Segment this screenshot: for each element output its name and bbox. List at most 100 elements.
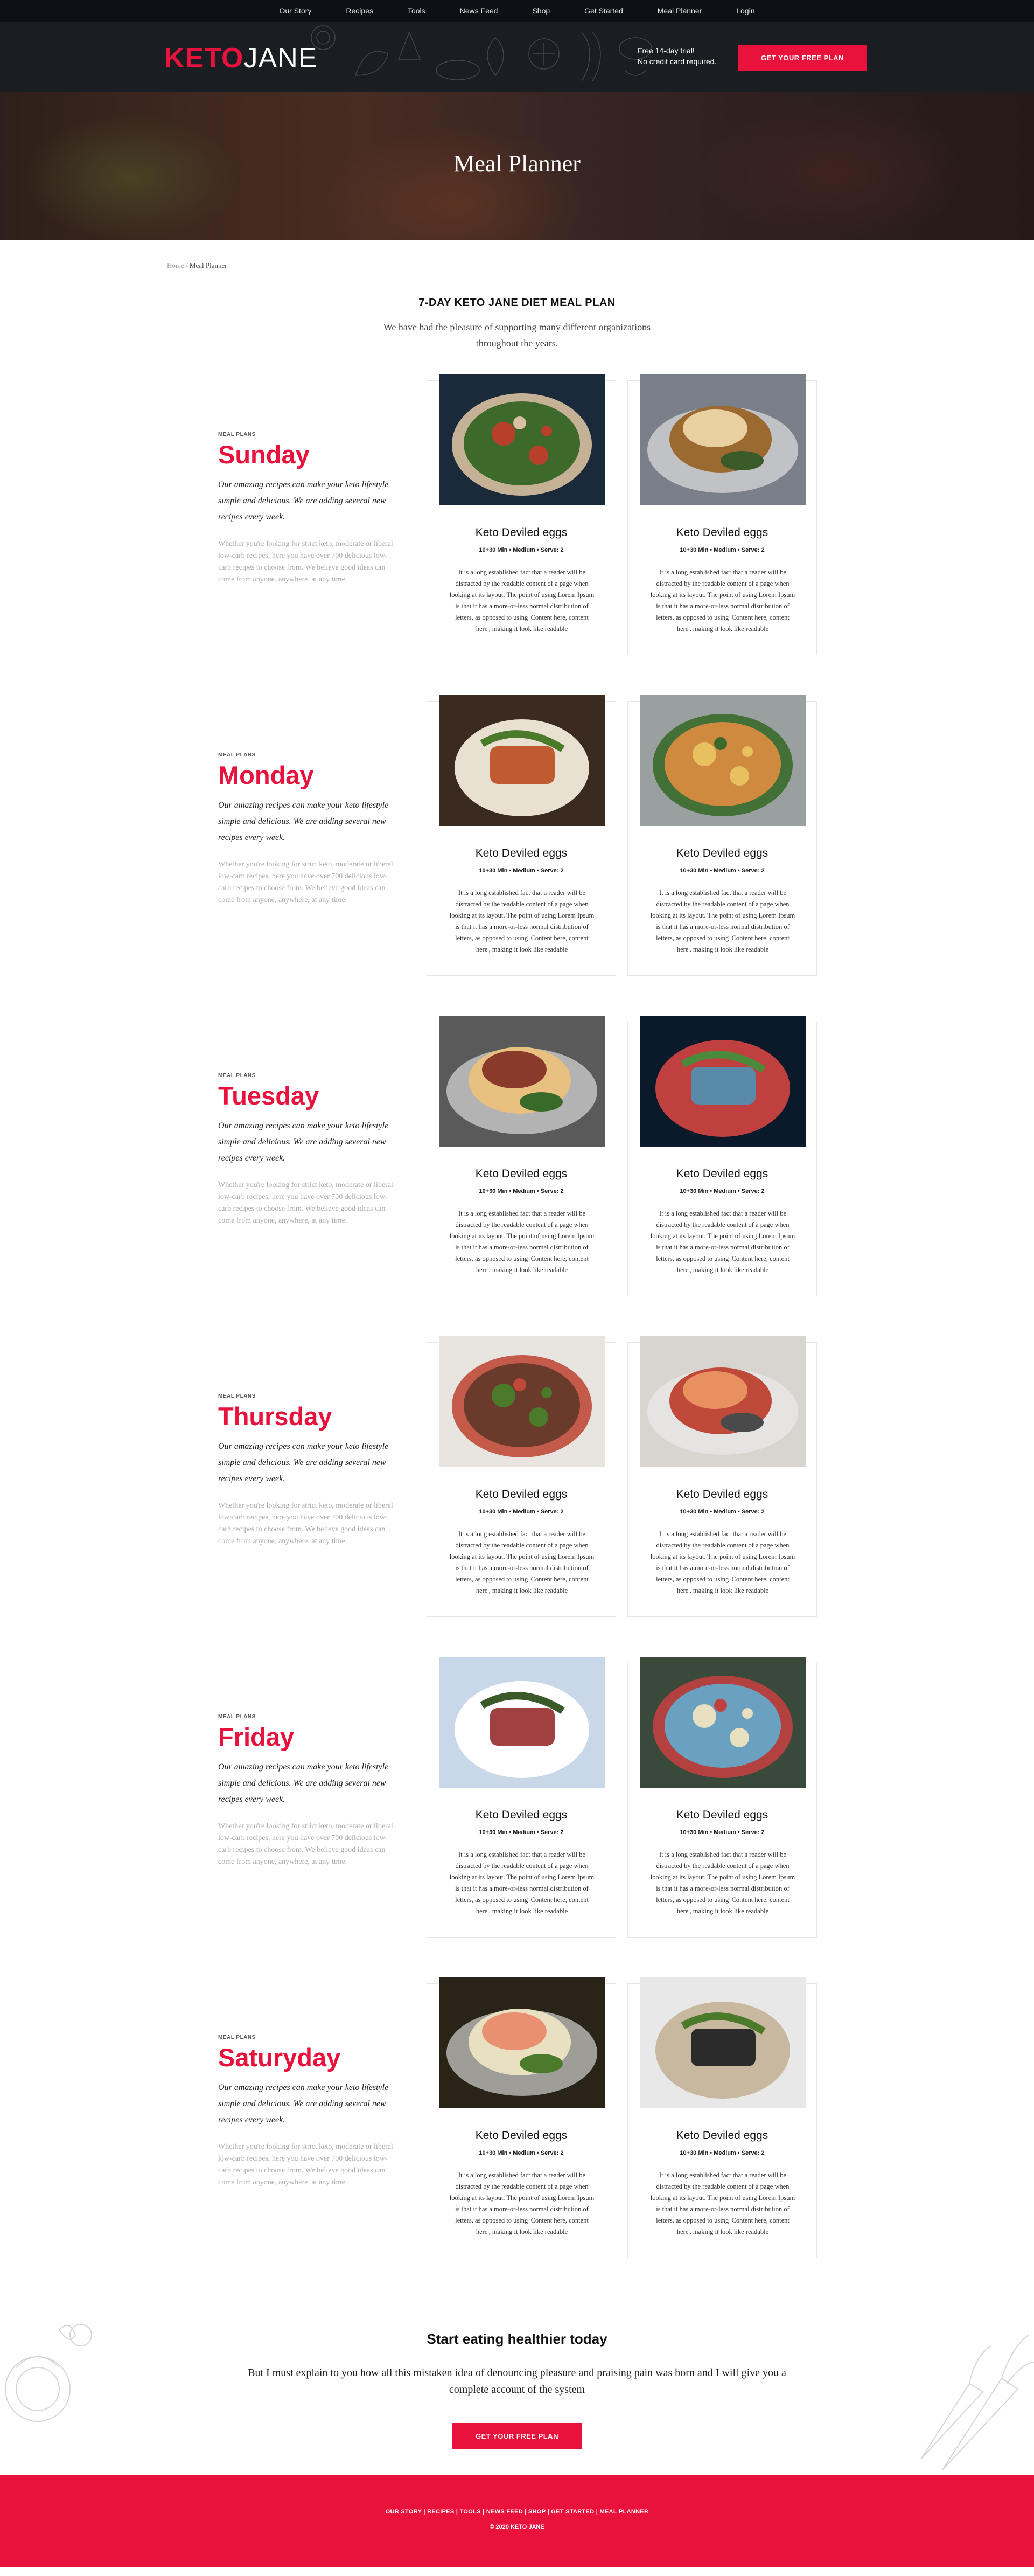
day-section: MEAL PLANS Thursday Our amazing recipes …: [0, 1336, 1034, 1656]
recipe-description: It is a long established fact that a rea…: [650, 1851, 795, 1915]
day-lead: Our amazing recipes can make your keto l…: [218, 2083, 389, 2124]
day-name: Tuesday: [218, 1081, 319, 1110]
recipe-title[interactable]: Keto Deviled eggs: [427, 2129, 616, 2142]
recipe-card[interactable]: Keto Deviled eggs 10+30 Min • Medium • S…: [427, 1657, 616, 1938]
day-description: Whether you're looking for strict keto, …: [218, 1181, 393, 1225]
cta-text: But I must explain to you how all this m…: [248, 2367, 786, 2396]
nav-recipes[interactable]: Recipes: [329, 6, 390, 15]
recipe-meta: 10+30 Min • Medium • Serve: 2: [479, 2150, 564, 2156]
recipe-card[interactable]: Keto Deviled eggs 10+30 Min • Medium • S…: [627, 374, 817, 655]
recipe-card[interactable]: Keto Deviled eggs 10+30 Min • Medium • S…: [427, 374, 616, 655]
breadcrumb-home[interactable]: Home: [167, 261, 184, 269]
carrot-doodle-right: [920, 2335, 1034, 2470]
day-name: Sunday: [218, 440, 310, 469]
recipe-card[interactable]: Keto Deviled eggs 10+30 Min • Medium • S…: [427, 1016, 616, 1296]
day-lead: Our amazing recipes can make your keto l…: [218, 1762, 389, 1804]
recipe-card[interactable]: Keto Deviled eggs 10+30 Min • Medium • S…: [427, 1977, 616, 2258]
recipe-photo[interactable]: [640, 1657, 806, 1788]
recipe-photo[interactable]: [439, 1336, 605, 1467]
recipe-meta: 10+30 Min • Medium • Serve: 2: [479, 1188, 564, 1195]
recipe-description: It is a long established fact that a rea…: [650, 1530, 795, 1594]
recipe-photo[interactable]: [439, 1016, 605, 1147]
day-info: MEAL PLANS Friday Our amazing recipes ca…: [218, 1714, 396, 1868]
page-title: Meal Planner: [453, 150, 581, 177]
day-description: Whether you're looking for strict keto, …: [218, 860, 393, 904]
hero-banner: Meal Planner: [0, 92, 1034, 240]
recipe-meta: 10+30 Min • Medium • Serve: 2: [680, 1188, 765, 1195]
recipe-meta: 10+30 Min • Medium • Serve: 2: [479, 1509, 564, 1515]
recipe-card[interactable]: Keto Deviled eggs 10+30 Min • Medium • S…: [627, 695, 817, 976]
recipe-meta: 10+30 Min • Medium • Serve: 2: [479, 867, 564, 874]
trial-note: Free 14-day trial! No credit card requir…: [638, 45, 716, 67]
day-lead: Our amazing recipes can make your keto l…: [218, 801, 389, 842]
recipe-photo[interactable]: [640, 374, 806, 505]
trial-line-1: Free 14-day trial!: [638, 46, 695, 55]
site-logo[interactable]: KETOJANE: [164, 42, 317, 74]
day-name: Monday: [218, 761, 314, 789]
food-doodle-pattern: [311, 25, 652, 81]
footer-links[interactable]: OUR STORY | RECIPES | TOOLS | NEWS FEED …: [0, 2509, 1034, 2515]
nav-news-feed[interactable]: News Feed: [443, 6, 515, 15]
recipe-description: It is a long established fact that a rea…: [449, 889, 595, 953]
recipe-title[interactable]: Keto Deviled eggs: [427, 1488, 616, 1501]
recipe-photo[interactable]: [439, 695, 605, 826]
day-info: MEAL PLANS Monday Our amazing recipes ca…: [218, 752, 396, 906]
recipe-photo[interactable]: [439, 1657, 605, 1788]
cta-free-plan-button[interactable]: GET YOUR FREE PLAN: [452, 2423, 582, 2449]
recipe-photo[interactable]: [640, 695, 806, 826]
veggie-doodle-left: [5, 2324, 92, 2422]
recipe-title[interactable]: Keto Deviled eggs: [628, 1168, 816, 1181]
recipe-description: It is a long established fact that a rea…: [449, 568, 595, 633]
recipe-title[interactable]: Keto Deviled eggs: [427, 847, 616, 860]
recipe-card[interactable]: Keto Deviled eggs 10+30 Min • Medium • S…: [627, 1336, 817, 1617]
day-section: MEAL PLANS Friday Our amazing recipes ca…: [0, 1656, 1034, 1977]
recipe-card[interactable]: Keto Deviled eggs 10+30 Min • Medium • S…: [627, 1657, 817, 1938]
day-tag: MEAL PLANS: [218, 2035, 256, 2040]
recipe-meta: 10+30 Min • Medium • Serve: 2: [479, 1829, 564, 1836]
intro-text: We have had the pleasure of supporting m…: [383, 322, 651, 349]
day-info: MEAL PLANS Sunday Our amazing recipes ca…: [218, 432, 396, 586]
top-navigation: Our Story Recipes Tools News Feed Shop G…: [0, 0, 1034, 22]
recipe-description: It is a long established fact that a rea…: [449, 1851, 595, 1915]
nav-shop[interactable]: Shop: [515, 6, 567, 15]
nav-tools[interactable]: Tools: [390, 6, 443, 15]
recipe-title[interactable]: Keto Deviled eggs: [427, 1809, 616, 1822]
day-lead: Our amazing recipes can make your keto l…: [218, 1442, 389, 1483]
meal-plan-days: MEAL PLANS Sunday Our amazing recipes ca…: [0, 374, 1034, 2297]
logo-keto: KETO: [164, 43, 244, 74]
nav-meal-planner[interactable]: Meal Planner: [640, 6, 719, 15]
recipe-description: It is a long established fact that a rea…: [650, 2171, 795, 2235]
recipe-title[interactable]: Keto Deviled eggs: [628, 2129, 816, 2142]
recipe-description: It is a long established fact that a rea…: [650, 568, 795, 633]
recipe-card[interactable]: Keto Deviled eggs 10+30 Min • Medium • S…: [627, 1016, 817, 1296]
header-free-plan-button[interactable]: GET YOUR FREE PLAN: [738, 45, 867, 71]
recipe-title[interactable]: Keto Deviled eggs: [427, 526, 616, 539]
recipe-card[interactable]: Keto Deviled eggs 10+30 Min • Medium • S…: [627, 1977, 817, 2258]
day-tag: MEAL PLANS: [218, 1714, 256, 1720]
recipe-title[interactable]: Keto Deviled eggs: [427, 1168, 616, 1181]
recipe-photo[interactable]: [640, 1336, 806, 1467]
recipe-photo[interactable]: [640, 1977, 806, 2108]
day-description: Whether you're looking for strict keto, …: [218, 1822, 393, 1866]
recipe-meta: 10+30 Min • Medium • Serve: 2: [680, 547, 765, 553]
recipe-card[interactable]: Keto Deviled eggs 10+30 Min • Medium • S…: [427, 695, 616, 976]
recipe-title[interactable]: Keto Deviled eggs: [628, 526, 816, 539]
nav-our-story[interactable]: Our Story: [262, 6, 329, 15]
recipe-photo[interactable]: [640, 1016, 806, 1147]
recipe-title[interactable]: Keto Deviled eggs: [628, 1488, 816, 1501]
recipe-photo[interactable]: [439, 1977, 605, 2108]
nav-get-started[interactable]: Get Started: [567, 6, 640, 15]
day-name: Saturyday: [218, 2043, 341, 2072]
recipe-description: It is a long established fact that a rea…: [449, 1210, 595, 1274]
recipe-photo[interactable]: [439, 374, 605, 505]
recipe-description: It is a long established fact that a rea…: [650, 1210, 795, 1274]
nav-login[interactable]: Login: [719, 6, 772, 15]
recipe-title[interactable]: Keto Deviled eggs: [628, 1809, 816, 1822]
day-section: MEAL PLANS Saturyday Our amazing recipes…: [0, 1977, 1034, 2297]
recipe-meta: 10+30 Min • Medium • Serve: 2: [680, 1509, 765, 1515]
recipe-card[interactable]: Keto Deviled eggs 10+30 Min • Medium • S…: [427, 1336, 616, 1617]
day-description: Whether you're looking for strict keto, …: [218, 1502, 393, 1545]
logo-jane: JANE: [243, 43, 318, 74]
trial-line-2: No credit card required.: [638, 57, 717, 66]
recipe-title[interactable]: Keto Deviled eggs: [628, 847, 816, 860]
